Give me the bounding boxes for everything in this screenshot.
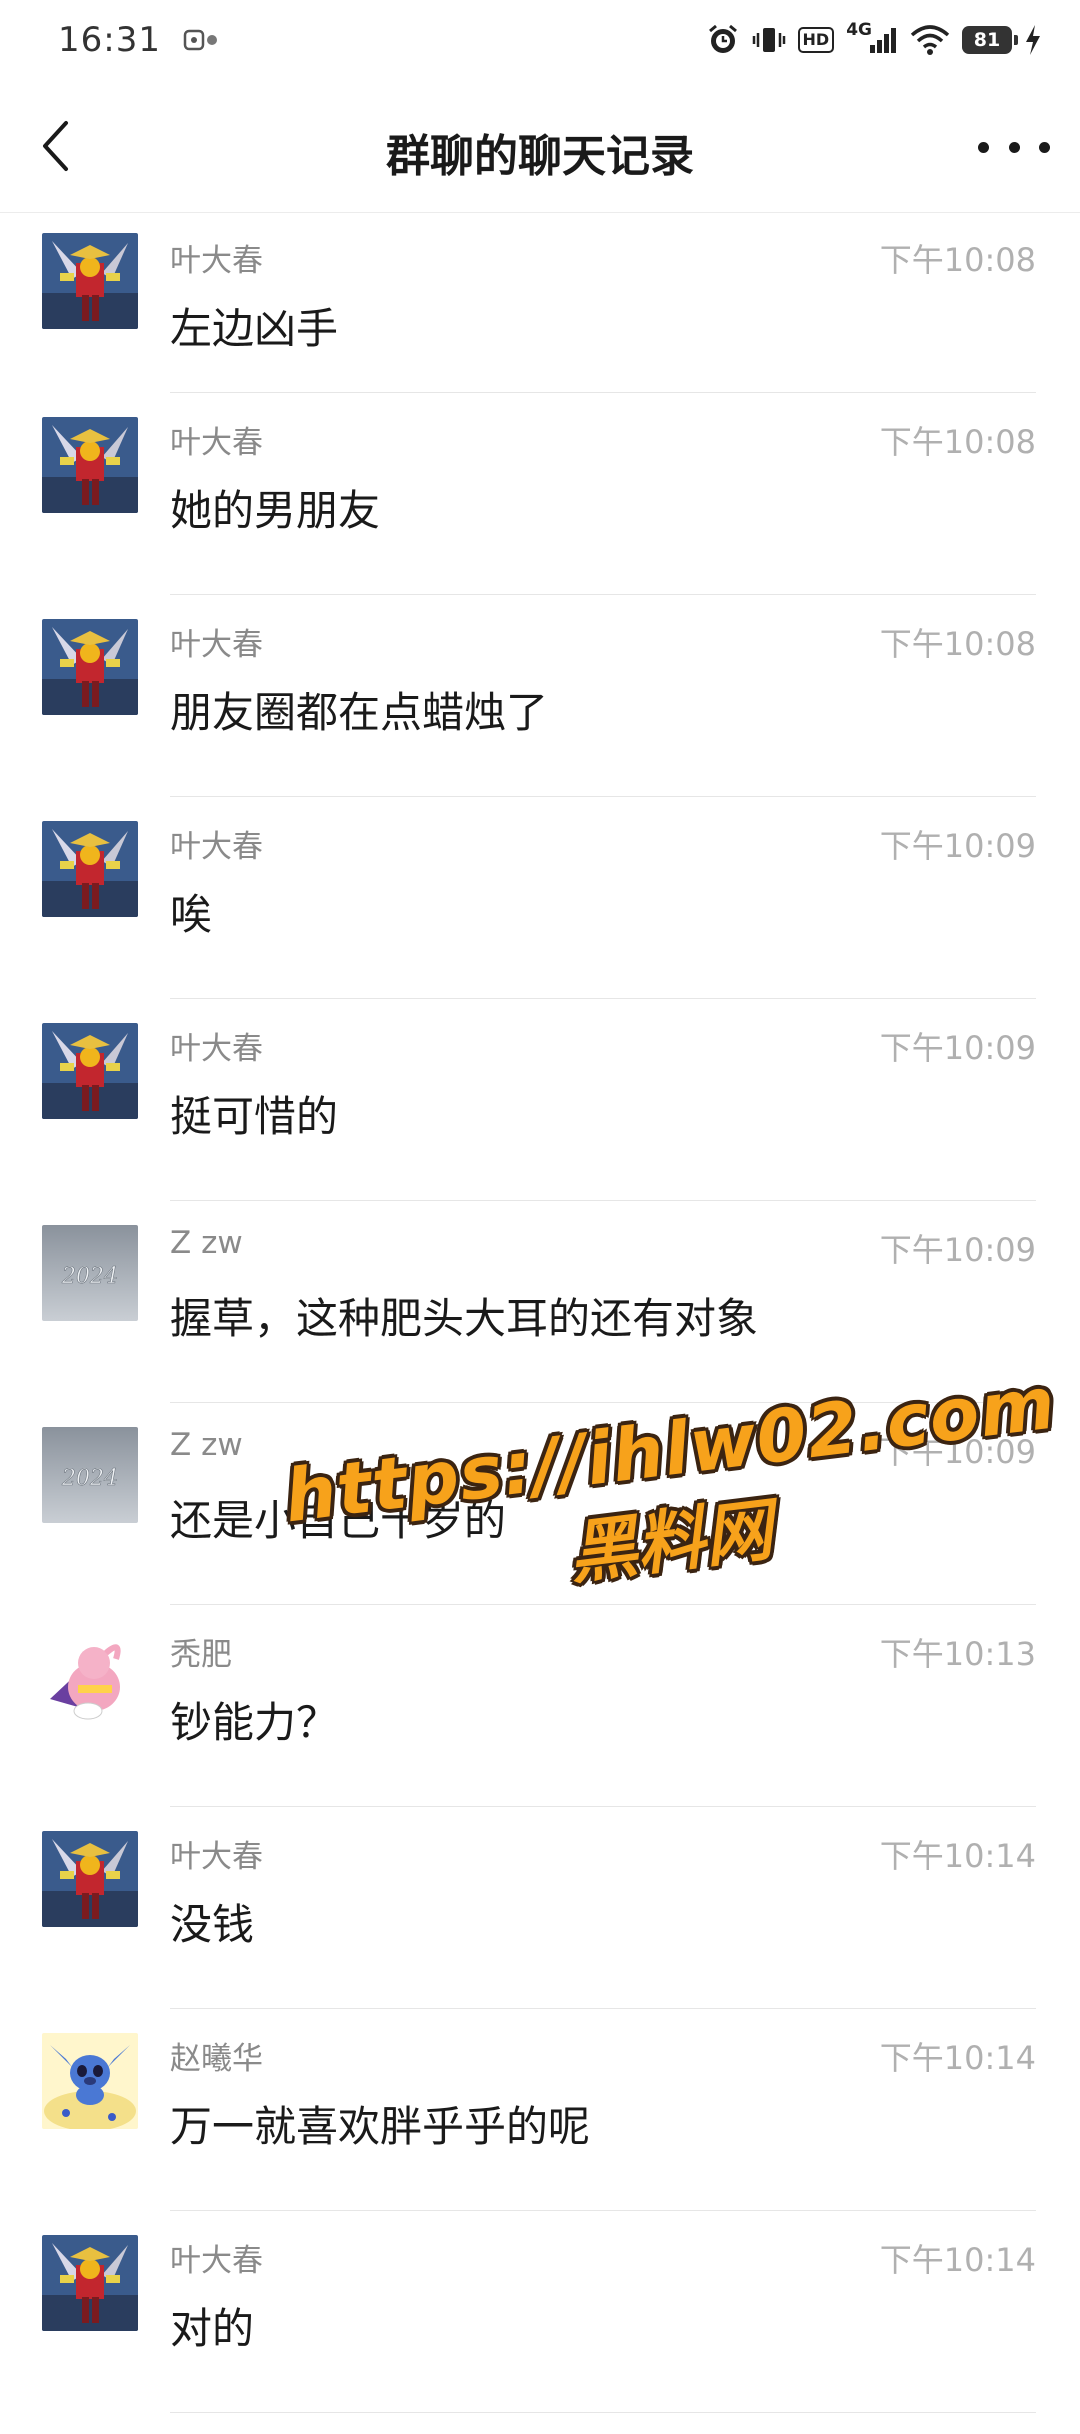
- message-text: 钞能力？: [170, 1698, 339, 1747]
- message-item[interactable]: 2024 Z zw 下午10:09 还是小自己十岁的: [0, 1403, 1080, 1605]
- message-item[interactable]: 秃肥 下午10:13 钞能力？: [0, 1605, 1080, 1807]
- sender-name: 叶大春: [170, 1839, 263, 1875]
- message-time: 下午10:08: [879, 241, 1036, 279]
- sender-name: 叶大春: [170, 1031, 263, 1067]
- avatar[interactable]: [42, 1023, 138, 1119]
- message-time: 下午10:08: [879, 423, 1036, 461]
- message-time: 下午10:14: [879, 2241, 1036, 2279]
- sender-name: Z zw: [170, 1427, 243, 1463]
- sender-name: 秃肥: [170, 1637, 232, 1673]
- more-dot: [1039, 141, 1050, 153]
- avatar[interactable]: [42, 233, 138, 329]
- svg-text:2024: 2024: [61, 1264, 118, 1289]
- avatar[interactable]: [42, 1831, 138, 1927]
- message-item[interactable]: 2024 Z zw 下午10:09 握草，这种肥头大耳的还有对象: [0, 1201, 1080, 1403]
- message-item[interactable]: 叶大春 下午10:08 朋友圈都在点蜡烛了: [0, 595, 1080, 797]
- message-item[interactable]: 赵曦华 下午10:14 万一就喜欢胖乎乎的呢: [0, 2009, 1080, 2211]
- avatar[interactable]: [42, 1629, 138, 1725]
- message-time: 下午10:14: [879, 2039, 1036, 2077]
- sender-name: 叶大春: [170, 243, 263, 279]
- divider: [170, 2412, 1036, 2413]
- message-item[interactable]: 叶大春 下午10:09 挺可惜的: [0, 999, 1080, 1201]
- message-text: 还是小自己十岁的: [170, 1496, 507, 1545]
- hd-badge: HD: [797, 27, 835, 53]
- charging-bolt-icon: [1024, 24, 1042, 56]
- status-bar: 16:31 HD 4G 81: [0, 0, 1080, 80]
- network-type: 4G: [846, 20, 872, 40]
- sender-name: Z zw: [170, 1225, 243, 1261]
- sender-name: 叶大春: [170, 2243, 263, 2279]
- cellular-signal-icon: 4G: [846, 20, 898, 55]
- nav-bar: 群聊的聊天记录: [0, 80, 1080, 213]
- message-item[interactable]: 叶大春 下午10:08 她的男朋友: [0, 393, 1080, 595]
- screenshot-notification-icon: [183, 28, 219, 52]
- wifi-icon: [910, 24, 950, 56]
- message-item[interactable]: 叶大春 下午10:14 没钱: [0, 1807, 1080, 2009]
- message-item[interactable]: 叶大春 下午10:08 左边凶手: [0, 213, 1080, 393]
- sender-name: 叶大春: [170, 829, 263, 865]
- avatar[interactable]: [42, 417, 138, 513]
- message-time: 下午10:14: [879, 1837, 1036, 1875]
- avatar[interactable]: 2024: [42, 1225, 138, 1321]
- message-text: 挺可惜的: [170, 1092, 339, 1141]
- avatar[interactable]: [42, 2033, 138, 2129]
- battery-indicator: 81: [962, 26, 1018, 54]
- status-time: 16:31: [58, 20, 161, 60]
- message-list[interactable]: 叶大春 下午10:08 左边凶手 叶大春 下午10:08 她的男朋友 叶大春 下午10:08 朋…: [0, 213, 1080, 2413]
- message-time: 下午10:09: [879, 827, 1036, 865]
- sender-name: 叶大春: [170, 425, 263, 461]
- message-item[interactable]: 叶大春 下午10:09 唉: [0, 797, 1080, 999]
- page-title: 群聊的聊天记录: [386, 131, 694, 182]
- svg-text:2024: 2024: [61, 1466, 118, 1491]
- message-text: 万一就喜欢胖乎乎的呢: [170, 2102, 591, 2151]
- sender-name: 赵曦华: [170, 2041, 263, 2077]
- sender-name: 叶大春: [170, 627, 263, 663]
- message-text: 没钱: [170, 1900, 255, 1949]
- message-text: 握草，这种肥头大耳的还有对象: [170, 1294, 759, 1343]
- message-time: 下午10:09: [879, 1433, 1036, 1471]
- message-text: 唉: [170, 890, 213, 939]
- message-time: 下午10:08: [879, 625, 1036, 663]
- message-item[interactable]: 叶大春 下午10:14 对的: [0, 2211, 1080, 2413]
- message-time: 下午10:09: [879, 1231, 1036, 1269]
- avatar[interactable]: [42, 619, 138, 715]
- message-text: 朋友圈都在点蜡烛了: [170, 688, 549, 737]
- message-time: 下午10:09: [879, 1029, 1036, 1067]
- avatar[interactable]: [42, 821, 138, 917]
- message-time: 下午10:13: [879, 1635, 1036, 1673]
- avatar[interactable]: 2024: [42, 1427, 138, 1523]
- more-dot: [978, 141, 989, 153]
- message-text: 左边凶手: [170, 304, 339, 353]
- alarm-icon: [706, 23, 740, 57]
- more-dot: [1008, 141, 1020, 153]
- message-text: 对的: [170, 2304, 255, 2353]
- message-text: 她的男朋友: [170, 486, 381, 535]
- more-options-button[interactable]: [978, 130, 1050, 164]
- vibrate-icon: [752, 25, 786, 55]
- avatar[interactable]: [42, 2235, 138, 2331]
